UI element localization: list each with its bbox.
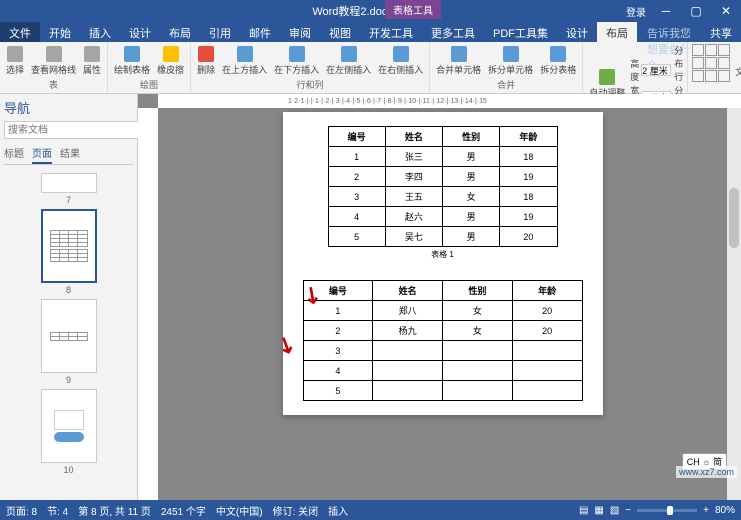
- insert-below-button[interactable]: 在下方插入: [272, 45, 321, 77]
- insert-right-button[interactable]: 在右侧插入: [376, 45, 425, 77]
- menu-file[interactable]: 文件: [0, 22, 40, 42]
- zoom-in-button[interactable]: +: [703, 505, 709, 516]
- status-word-count[interactable]: 2451 个字: [161, 503, 206, 518]
- properties-button[interactable]: 属性: [81, 45, 103, 77]
- nav-tab-headings[interactable]: 标题: [4, 143, 24, 164]
- height-input[interactable]: [641, 64, 671, 76]
- delete-button[interactable]: 删除: [195, 45, 217, 77]
- zoom-out-button[interactable]: −: [625, 505, 631, 516]
- thumbnail-page-8[interactable]: 8: [4, 209, 133, 295]
- status-page-count[interactable]: 第 8 页, 共 11 页: [78, 503, 151, 518]
- eraser-button[interactable]: 橡皮擦: [155, 45, 186, 77]
- menu-mailings[interactable]: 邮件: [240, 22, 280, 42]
- status-language[interactable]: 中文(中国): [216, 503, 263, 518]
- document-page[interactable]: 编号姓名性别年龄 1张三男18 2李四男19 3王五女18 4赵六男19 5吴七…: [283, 112, 603, 415]
- view-read-icon[interactable]: ▤: [579, 505, 588, 516]
- menu-layout[interactable]: 布局: [160, 22, 200, 42]
- menu-table-layout[interactable]: 布局: [597, 22, 637, 42]
- menu-design[interactable]: 设计: [120, 22, 160, 42]
- horizontal-ruler[interactable]: 1·2·1·|·|·1·|·2·|·3·|·4·|·5·|·6·|·7·|·8·…: [158, 94, 741, 108]
- zoom-level[interactable]: 80%: [715, 505, 735, 516]
- minimize-icon[interactable]: ─: [651, 0, 681, 22]
- gridlines-button[interactable]: 查看网格线: [29, 45, 78, 77]
- status-track[interactable]: 修订: 关闭: [273, 503, 319, 518]
- select-button[interactable]: 选择: [4, 45, 26, 77]
- thumbnail-page-10[interactable]: 10: [4, 389, 133, 475]
- insert-above-button[interactable]: 在上方插入: [220, 45, 269, 77]
- alignment-grid[interactable]: [692, 44, 730, 82]
- split-cells-button[interactable]: 拆分单元格: [486, 45, 535, 77]
- share-button[interactable]: 共享: [701, 22, 741, 42]
- search-input[interactable]: [4, 121, 144, 139]
- status-section[interactable]: 节: 4: [47, 503, 68, 518]
- restore-icon[interactable]: ▢: [681, 0, 711, 22]
- draw-table-button[interactable]: 绘制表格: [112, 45, 152, 77]
- distribute-rows-button[interactable]: 分布行: [674, 44, 683, 83]
- menu-review[interactable]: 审阅: [280, 22, 320, 42]
- menu-more[interactable]: 更多工具: [422, 22, 484, 42]
- nav-tab-pages[interactable]: 页面: [32, 143, 52, 164]
- group-merge: 合并: [497, 78, 515, 91]
- table-1-caption: 表格 1: [297, 249, 589, 260]
- split-table-button[interactable]: 拆分表格: [538, 45, 578, 77]
- menu-developer[interactable]: 开发工具: [360, 22, 422, 42]
- table-2[interactable]: 编号姓名性别年龄 1郑八女20 2杨九女20 3 4 5: [303, 280, 583, 401]
- insert-left-button[interactable]: 在左侧插入: [324, 45, 373, 77]
- height-label: 高度: [630, 57, 639, 83]
- menu-home[interactable]: 开始: [40, 22, 80, 42]
- menu-references[interactable]: 引用: [200, 22, 240, 42]
- view-print-icon[interactable]: ▦: [594, 505, 603, 516]
- annotation-arrow-2: ↘: [272, 329, 300, 360]
- context-tab-table: 表格工具: [385, 0, 441, 19]
- menu-table-design[interactable]: 设计: [557, 22, 597, 42]
- login-link[interactable]: 登录: [626, 4, 646, 19]
- text-direction-button[interactable]: 文字方向: [733, 47, 741, 79]
- watermark: www.xz7.com: [676, 466, 737, 478]
- tell-me-box[interactable]: 告诉我您想要做什么...: [637, 22, 701, 42]
- close-icon[interactable]: ✕: [711, 0, 741, 22]
- menu-insert[interactable]: 插入: [80, 22, 120, 42]
- thumbnail-page-7[interactable]: 7: [4, 173, 133, 205]
- vertical-ruler[interactable]: [138, 108, 158, 500]
- view-web-icon[interactable]: ▧: [610, 505, 619, 516]
- thumbnail-page-9[interactable]: 9: [4, 299, 133, 385]
- status-insert[interactable]: 插入: [328, 503, 348, 518]
- group-draw: 绘图: [140, 78, 158, 91]
- menu-view[interactable]: 视图: [320, 22, 360, 42]
- merge-cells-button[interactable]: 合并单元格: [434, 45, 483, 77]
- status-page[interactable]: 页面: 8: [6, 503, 37, 518]
- zoom-slider[interactable]: [637, 509, 697, 512]
- table-1[interactable]: 编号姓名性别年龄 1张三男18 2李四男19 3王五女18 4赵六男19 5吴七…: [328, 126, 558, 247]
- group-rows-columns: 行和列: [297, 78, 324, 91]
- vertical-scrollbar[interactable]: [727, 108, 741, 500]
- menu-pdf[interactable]: PDF工具集: [484, 22, 557, 42]
- group-table: 表: [49, 78, 58, 91]
- nav-tab-results[interactable]: 结果: [60, 143, 80, 164]
- nav-title: 导航: [4, 98, 133, 117]
